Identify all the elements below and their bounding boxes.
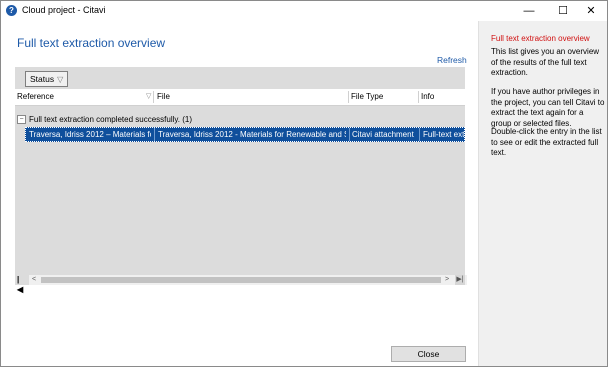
- scroll-start-marker[interactable]: |◀: [17, 275, 23, 294]
- citavi-logo-icon: ?: [6, 5, 17, 16]
- column-divider[interactable]: [418, 91, 419, 103]
- column-header-file-type[interactable]: File Type: [351, 92, 383, 101]
- scrollbar-thumb[interactable]: [41, 277, 441, 283]
- refresh-link[interactable]: Refresh: [437, 55, 467, 65]
- close-window-button[interactable]: ✕: [575, 1, 607, 21]
- scroll-end-icon[interactable]: ▶|: [455, 275, 465, 285]
- scroll-area: |◀ < > ▶|: [15, 275, 467, 294]
- cell-file-type: Citavi attachment: [352, 130, 414, 139]
- cell-divider: [154, 128, 155, 141]
- cell-info: Full-text extr: [423, 130, 465, 139]
- group-by-bar: Status ▽: [15, 67, 465, 89]
- minimize-button[interactable]: —: [513, 1, 545, 21]
- scroll-left-icon[interactable]: <: [32, 275, 36, 285]
- help-pane: Full text extraction overview This list …: [478, 21, 607, 366]
- cell-divider: [349, 128, 350, 141]
- column-divider[interactable]: [153, 91, 154, 103]
- cell-divider: [419, 128, 420, 141]
- window-title: Cloud project - Citavi: [22, 5, 106, 15]
- group-chip-status[interactable]: Status ▽: [25, 71, 69, 87]
- group-label: Full text extraction completed successfu…: [29, 115, 193, 124]
- group-chip-label: Status: [30, 74, 55, 84]
- scroll-right-icon[interactable]: >: [445, 275, 449, 285]
- help-paragraph: If you have author privileges in the pro…: [491, 87, 605, 128]
- title-bar[interactable]: ? Cloud project - Citavi — ☐ ✕: [1, 1, 607, 21]
- column-header-reference[interactable]: Reference: [17, 92, 54, 101]
- cell-reference: Traversa, Idriss 2012 – Materials fo: [29, 130, 151, 139]
- column-header-info[interactable]: Info: [421, 92, 434, 101]
- horizontal-scrollbar[interactable]: < >: [29, 275, 467, 285]
- table-row[interactable]: Traversa, Idriss 2012 – Materials fo Tra…: [25, 127, 465, 142]
- collapse-icon[interactable]: −: [17, 115, 26, 125]
- help-title: Full text extraction overview: [491, 34, 590, 43]
- help-paragraph: Double-click the entry in the list to se…: [491, 127, 602, 157]
- page-title: Full text extraction overview: [17, 36, 166, 50]
- citavi-window: ? Cloud project - Citavi — ☐ ✕ Full text…: [0, 0, 608, 367]
- column-divider[interactable]: [348, 91, 349, 103]
- column-filter-icon[interactable]: ▽: [146, 92, 151, 100]
- help-paragraph: This list gives you an overview of the r…: [491, 47, 600, 77]
- main-pane: Full text extraction overview Refresh St…: [1, 21, 477, 366]
- cell-file: Traversa, Idriss 2012 - Materials for Re…: [158, 130, 346, 139]
- grid-header: Reference ▽ File File Type Info: [15, 89, 465, 106]
- close-button[interactable]: Close: [391, 346, 466, 362]
- column-header-file[interactable]: File: [157, 92, 170, 101]
- results-grid: Reference ▽ File File Type Info − Full te…: [15, 89, 465, 275]
- filter-icon[interactable]: ▽: [57, 75, 63, 84]
